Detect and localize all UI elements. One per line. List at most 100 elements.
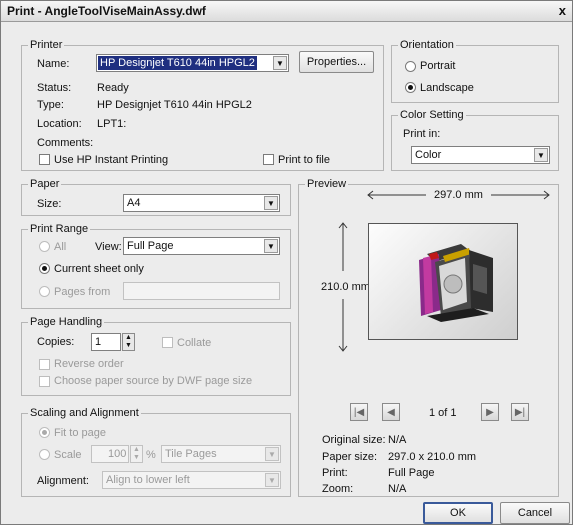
page-indicator: 1 of 1	[429, 407, 457, 419]
copies-value: 1	[95, 336, 102, 348]
preview-image	[368, 223, 518, 340]
chevron-down-icon: ▼	[264, 239, 278, 253]
scale-input[interactable]: 100	[91, 445, 129, 463]
zoom-label: Zoom:	[322, 483, 354, 495]
landscape-label: Landscape	[420, 82, 474, 94]
print-in-label: Print in:	[403, 128, 441, 140]
instant-printing-label: Use HP Instant Printing	[54, 154, 169, 166]
pages-from-label: Pages from	[54, 286, 111, 298]
status-label: Status:	[37, 82, 72, 94]
height-dimension-label: 210.0 mm	[321, 281, 370, 293]
cancel-button[interactable]: Cancel	[500, 502, 570, 524]
scale-stepper[interactable]: ▲ ▼	[130, 445, 143, 463]
all-radio[interactable]	[39, 241, 50, 252]
name-label: Name:	[37, 58, 70, 70]
size-label: Size:	[37, 198, 62, 210]
portrait-label: Portrait	[420, 60, 456, 72]
scaling-legend: Scaling and Alignment	[30, 407, 139, 419]
orientation-legend: Orientation	[400, 39, 454, 51]
view-select[interactable]: Full Page ▼	[123, 237, 280, 255]
chevron-down-icon: ▼	[265, 447, 279, 461]
all-label: All	[54, 241, 67, 253]
print-label: Print:	[322, 467, 348, 479]
copies-stepper[interactable]: ▲ ▼	[122, 333, 135, 351]
color-select[interactable]: Color ▼	[411, 146, 550, 164]
print-range-legend: Print Range	[30, 223, 89, 235]
pages-from-input[interactable]	[123, 282, 280, 300]
window-title: Print - AngleToolViseMainAssy.dwf	[7, 4, 206, 18]
print-to-file-checkbox[interactable]	[263, 154, 274, 165]
printer-name-select[interactable]: HP Designjet T610 44in HPGL2 ▼	[96, 54, 289, 72]
reverse-order-label: Reverse order	[54, 358, 124, 370]
view-label: View:	[95, 241, 122, 253]
collate-checkbox[interactable]	[162, 337, 173, 348]
width-dimension-label: 297.0 mm	[434, 189, 483, 201]
paper-source-checkbox[interactable]	[39, 376, 50, 387]
landscape-radio[interactable]	[405, 82, 416, 93]
color-setting-legend: Color Setting	[400, 109, 464, 121]
scale-value: 100	[108, 448, 127, 460]
copies-input[interactable]: 1	[91, 333, 121, 351]
orientation-group: Orientation	[391, 39, 559, 103]
color-value: Color	[415, 149, 442, 161]
zoom-value: N/A	[388, 483, 407, 495]
close-icon[interactable]: x	[559, 3, 566, 18]
print-value: Full Page	[388, 467, 435, 479]
reverse-order-checkbox[interactable]	[39, 359, 50, 370]
fit-to-page-radio[interactable]	[39, 427, 50, 438]
properties-button[interactable]: Properties...	[299, 51, 374, 73]
original-size-value: N/A	[388, 434, 407, 446]
scale-label: Scale	[54, 449, 82, 461]
paper-size-select[interactable]: A4 ▼	[123, 194, 280, 212]
original-size-label: Original size:	[322, 434, 386, 446]
last-page-icon: ▶|	[514, 406, 526, 418]
last-page-button[interactable]: ▶|	[511, 403, 529, 421]
type-value: HP Designjet T610 44in HPGL2	[97, 99, 252, 111]
percent-label: %	[146, 449, 156, 461]
ok-button[interactable]: OK	[423, 502, 493, 524]
first-page-icon: |◀	[353, 406, 365, 418]
collate-label: Collate	[177, 337, 212, 349]
alignment-select[interactable]: Align to lower left ▼	[102, 471, 281, 489]
paper-source-label: Choose paper source by DWF page size	[54, 375, 253, 387]
current-sheet-label: Current sheet only	[54, 263, 144, 275]
view-value: Full Page	[127, 240, 174, 252]
status-value: Ready	[97, 82, 129, 94]
print-to-file-label: Print to file	[278, 154, 330, 166]
print-dialog: Print - AngleToolViseMainAssy.dwf x Prin…	[0, 0, 573, 525]
paper-size-value: 297.0 x 210.0 mm	[388, 451, 477, 463]
location-label: Location:	[37, 118, 82, 130]
paper-legend: Paper	[30, 178, 60, 190]
pages-from-radio[interactable]	[39, 286, 50, 297]
paper-size-label: Paper size:	[322, 451, 378, 463]
comments-label: Comments:	[37, 137, 94, 149]
alignment-value: Align to lower left	[106, 474, 190, 486]
chevron-down-icon: ▼	[264, 196, 278, 210]
first-page-button[interactable]: |◀	[350, 403, 368, 421]
preview-legend: Preview	[307, 178, 347, 190]
chevron-down-icon: ▼	[534, 148, 548, 162]
type-label: Type:	[37, 99, 64, 111]
next-page-icon: ▶	[486, 406, 494, 418]
printer-name-value: HP Designjet T610 44in HPGL2	[98, 56, 257, 70]
printer-legend: Printer	[30, 39, 63, 51]
chevron-down-icon: ▼	[273, 56, 287, 70]
fit-to-page-label: Fit to page	[54, 427, 106, 439]
assembly-thumbnail	[419, 244, 493, 322]
scale-radio[interactable]	[39, 449, 50, 460]
page-handling-legend: Page Handling	[30, 316, 103, 328]
copies-label: Copies:	[37, 336, 75, 348]
tile-pages-select[interactable]: Tile Pages ▼	[161, 445, 281, 463]
tile-pages-value: Tile Pages	[165, 448, 217, 460]
title-bar: Print - AngleToolViseMainAssy.dwf x	[1, 1, 572, 22]
portrait-radio[interactable]	[405, 61, 416, 72]
current-sheet-radio[interactable]	[39, 263, 50, 274]
instant-printing-checkbox[interactable]	[39, 154, 50, 165]
location-value: LPT1:	[97, 118, 127, 130]
alignment-label: Alignment:	[37, 475, 89, 487]
previous-page-button[interactable]: ◀	[382, 403, 400, 421]
paper-size-value: A4	[127, 197, 141, 209]
previous-page-icon: ◀	[387, 406, 395, 418]
next-page-button[interactable]: ▶	[481, 403, 499, 421]
chevron-down-icon: ▼	[265, 473, 279, 487]
